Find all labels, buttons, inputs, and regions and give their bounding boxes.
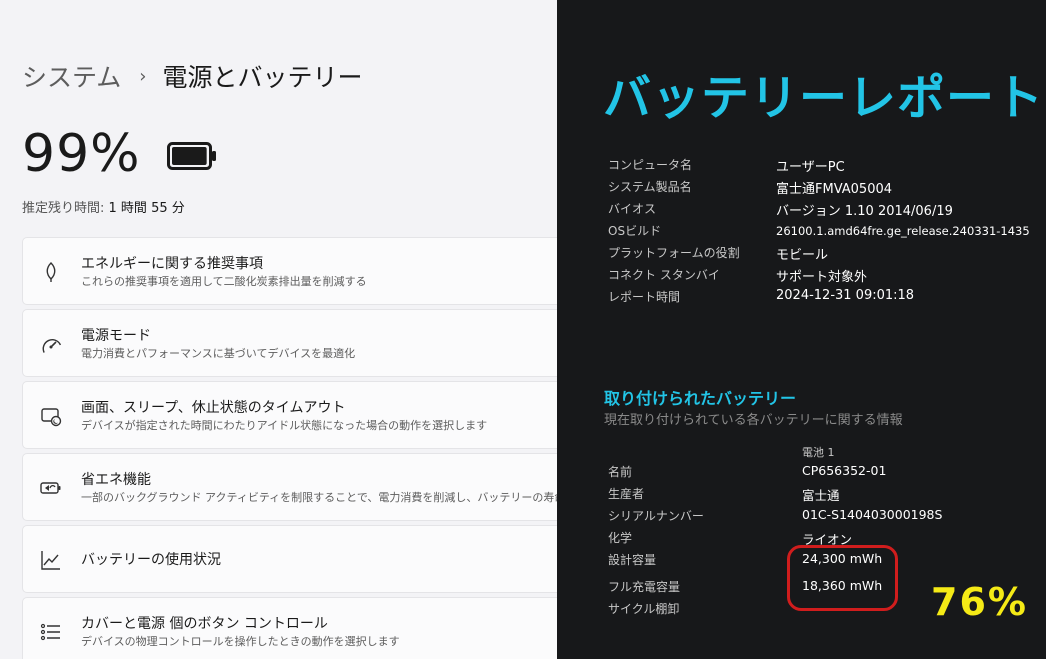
card-title: 画面、スリープ、休止状態のタイムアウト xyxy=(81,400,346,416)
info-key: レポート時間 xyxy=(608,290,681,304)
remaining-value: 1 時間 55 分 xyxy=(108,201,185,216)
info-key: コネクト スタンバイ xyxy=(608,268,720,282)
remaining-label: 推定残り時間: xyxy=(22,201,105,216)
card-subtitle: 電力消費とパフォーマンスに基づいてデバイスを最適化 xyxy=(81,347,356,360)
card-subtitle: デバイスが指定された時間にわたりアイドル状態になった場合の動作を選択します xyxy=(81,419,488,432)
installed-batteries-subtitle: 現在取り付けられている各バッテリーに関する情報 xyxy=(604,413,903,428)
capacity-highlight-circle xyxy=(787,545,898,611)
battery-report-panel: バッテリーレポート コンピュータ名 ユーザーPC システム製品名 富士通FMVA… xyxy=(557,0,1046,659)
info-key: OSビルド xyxy=(608,224,662,238)
battery-percent: 99% xyxy=(22,124,141,184)
battery-icon xyxy=(166,142,216,170)
card-battery-usage[interactable]: バッテリーの使用状況 xyxy=(22,525,557,593)
card-subtitle: 一部のバックグラウンド アクティビティを制限することで、電力消費を削減し、バッテ… xyxy=(81,491,557,504)
card-title: 電源モード xyxy=(81,328,151,344)
card-title: 省エネ機能 xyxy=(81,472,151,488)
battery-key: フル充電容量 xyxy=(608,580,681,594)
usage-chart-icon xyxy=(41,551,60,570)
battery-key: シリアルナンバー xyxy=(608,509,704,523)
info-value: バージョン 1.10 2014/06/19 xyxy=(776,204,953,219)
battery-value: 01C-S140403000198S xyxy=(802,507,943,522)
card-lid-power-button-controls[interactable]: カバーと電源 個のボタン コントロール デバイスの物理コントロールを操作したとき… xyxy=(22,597,557,659)
card-energy-saver[interactable]: 省エネ機能 一部のバックグラウンド アクティビティを制限することで、電力消費を削… xyxy=(22,453,557,521)
info-value: モビール xyxy=(776,248,829,263)
card-title: カバーと電源 個のボタン コントロール xyxy=(81,616,328,632)
battery-key: 設計容量 xyxy=(608,553,657,567)
info-value: 富士通FMVA05004 xyxy=(776,182,893,197)
breadcrumb-parent-system[interactable]: システム xyxy=(22,58,121,94)
info-value: ユーザーPC xyxy=(776,160,845,175)
info-key: プラットフォームの役割 xyxy=(608,246,740,260)
info-key: バイオス xyxy=(608,202,657,216)
installed-batteries-title: 取り付けられたバッテリー xyxy=(604,389,797,408)
info-key: システム製品名 xyxy=(608,180,692,194)
card-subtitle: デバイスの物理コントロールを操作したときの動作を選択します xyxy=(81,635,400,648)
battery-value: CP656352-01 xyxy=(802,463,887,478)
report-title: バッテリーレポート xyxy=(603,70,1045,126)
battery-key: 化学 xyxy=(608,531,633,545)
battery-health-percent: 76% xyxy=(931,580,1028,624)
info-value: 2024-12-31 09:01:18 xyxy=(776,288,915,303)
battery-key: サイクル棚卸 xyxy=(608,602,680,616)
estimated-remaining-time: 推定残り時間: 1 時間 55 分 xyxy=(22,197,185,216)
battery-column-header: 電池 1 xyxy=(802,446,835,459)
settings-panel: システム › 電源とバッテリー 99% 推定残り時間: 1 時間 55 分 エネ… xyxy=(0,0,557,659)
card-energy-recommendations[interactable]: エネルギーに関する推奨事項 これらの推奨事項を適用して二酸化炭素排出量を削減する xyxy=(22,237,557,305)
battery-status: 99% xyxy=(22,124,217,184)
speedometer-icon xyxy=(42,339,62,353)
card-subtitle: これらの推奨事項を適用して二酸化炭素排出量を削減する xyxy=(81,275,367,288)
screen-sleep-icon xyxy=(41,408,62,427)
battery-value: 富士通 xyxy=(802,488,840,503)
page-title: 電源とバッテリー xyxy=(162,63,363,92)
battery-saver-icon xyxy=(40,482,61,494)
breadcrumb-separator: › xyxy=(139,65,147,87)
card-title: バッテリーの使用状況 xyxy=(81,552,221,568)
battery-key: 名前 xyxy=(608,465,633,479)
info-value: サポート対象外 xyxy=(776,270,868,285)
info-value: 26100.1.amd64fre.ge_release.240331-1435 xyxy=(776,224,1030,238)
card-title: エネルギーに関する推奨事項 xyxy=(81,256,263,272)
info-key: コンピュータ名 xyxy=(608,158,693,172)
leaf-icon xyxy=(46,262,56,282)
battery-key: 生産者 xyxy=(608,487,645,501)
card-screen-sleep-timeout[interactable]: 画面、スリープ、休止状態のタイムアウト デバイスが指定された時間にわたりアイドル… xyxy=(22,381,557,449)
card-power-mode[interactable]: 電源モード 電力消費とパフォーマンスに基づいてデバイスを最適化 xyxy=(22,309,557,377)
controls-list-icon xyxy=(40,623,60,641)
breadcrumb: システム › 電源とバッテリー xyxy=(22,58,362,94)
